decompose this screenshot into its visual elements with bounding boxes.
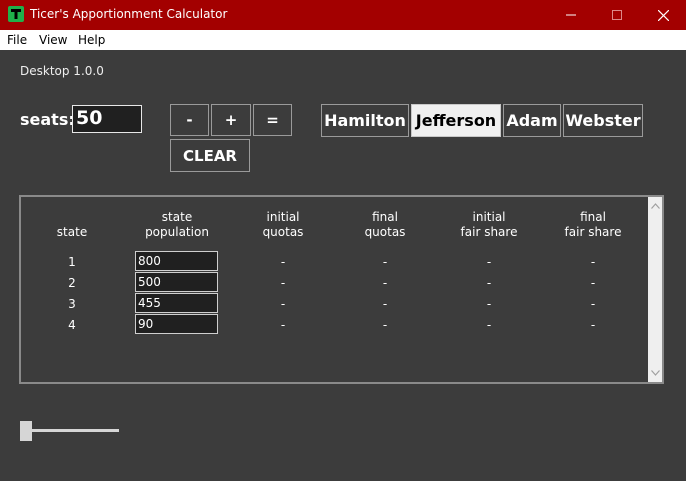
chevron-up-icon	[650, 203, 660, 209]
row-1-population-input[interactable]: 800	[135, 251, 218, 271]
close-icon	[657, 9, 669, 21]
calculate-button[interactable]: =	[253, 104, 292, 136]
method-webster-button[interactable]: Webster	[563, 104, 643, 137]
minimize-button[interactable]	[548, 0, 594, 30]
results-table: state state population initial quotas fi…	[19, 195, 664, 384]
row-4-population-input[interactable]: 90	[135, 314, 218, 334]
decrement-button[interactable]: -	[170, 104, 209, 136]
header-final-quotas: final quotas	[364, 210, 406, 239]
header-final-fair-share: final fair share	[564, 210, 622, 239]
minimize-icon	[566, 14, 576, 16]
row-1-initial-quota: -	[280, 255, 286, 269]
row-4-state: 4	[68, 318, 76, 332]
version-label: Desktop 1.0.0	[20, 64, 104, 78]
row-4-initial-fair-share: -	[486, 318, 492, 332]
row-1-state: 1	[68, 255, 76, 269]
row-3-initial-quota: -	[280, 297, 286, 311]
row-4-final-fair-share: -	[590, 318, 596, 332]
row-1-final-fair-share: -	[590, 255, 596, 269]
close-button[interactable]	[640, 0, 686, 30]
menu-bar: File View Help	[0, 30, 686, 50]
row-2-state: 2	[68, 276, 76, 290]
scroll-up-button[interactable]	[648, 199, 662, 213]
menu-help[interactable]: Help	[78, 33, 105, 47]
row-2-initial-quota: -	[280, 276, 286, 290]
row-4-initial-quota: -	[280, 318, 286, 332]
window-title: Ticer's Apportionment Calculator	[30, 7, 228, 21]
slider-thumb[interactable]	[20, 421, 32, 441]
header-state: state	[56, 225, 88, 239]
row-4-final-quota: -	[382, 318, 388, 332]
header-initial-quotas: initial quotas	[262, 210, 304, 239]
maximize-button[interactable]	[594, 0, 640, 30]
header-initial-fair-share: initial fair share	[460, 210, 518, 239]
row-2-final-quota: -	[382, 276, 388, 290]
row-3-initial-fair-share: -	[486, 297, 492, 311]
row-3-population-input[interactable]: 455	[135, 293, 218, 313]
table-scrollbar[interactable]	[648, 197, 662, 382]
row-3-state: 3	[68, 297, 76, 311]
app-t-icon	[8, 6, 24, 22]
row-3-final-fair-share: -	[590, 297, 596, 311]
row-2-final-fair-share: -	[590, 276, 596, 290]
row-2-initial-fair-share: -	[486, 276, 492, 290]
menu-file[interactable]: File	[7, 33, 27, 47]
slider-track[interactable]	[26, 429, 119, 432]
seats-label: seats:	[20, 110, 75, 129]
chevron-down-icon	[650, 370, 660, 376]
row-3-final-quota: -	[382, 297, 388, 311]
row-2-population-input[interactable]: 500	[135, 272, 218, 292]
method-adam-button[interactable]: Adam	[503, 104, 561, 137]
maximize-icon	[612, 10, 622, 20]
menu-view[interactable]: View	[39, 33, 67, 47]
header-population: state population	[145, 210, 209, 239]
row-1-initial-fair-share: -	[486, 255, 492, 269]
title-bar: Ticer's Apportionment Calculator	[0, 0, 686, 30]
method-hamilton-button[interactable]: Hamilton	[321, 104, 409, 137]
clear-button[interactable]: CLEAR	[170, 139, 250, 172]
seats-input[interactable]: 50	[72, 105, 142, 133]
row-1-final-quota: -	[382, 255, 388, 269]
method-jefferson-button[interactable]: Jefferson	[411, 104, 501, 137]
increment-button[interactable]: +	[211, 104, 251, 136]
scroll-down-button[interactable]	[648, 366, 662, 380]
